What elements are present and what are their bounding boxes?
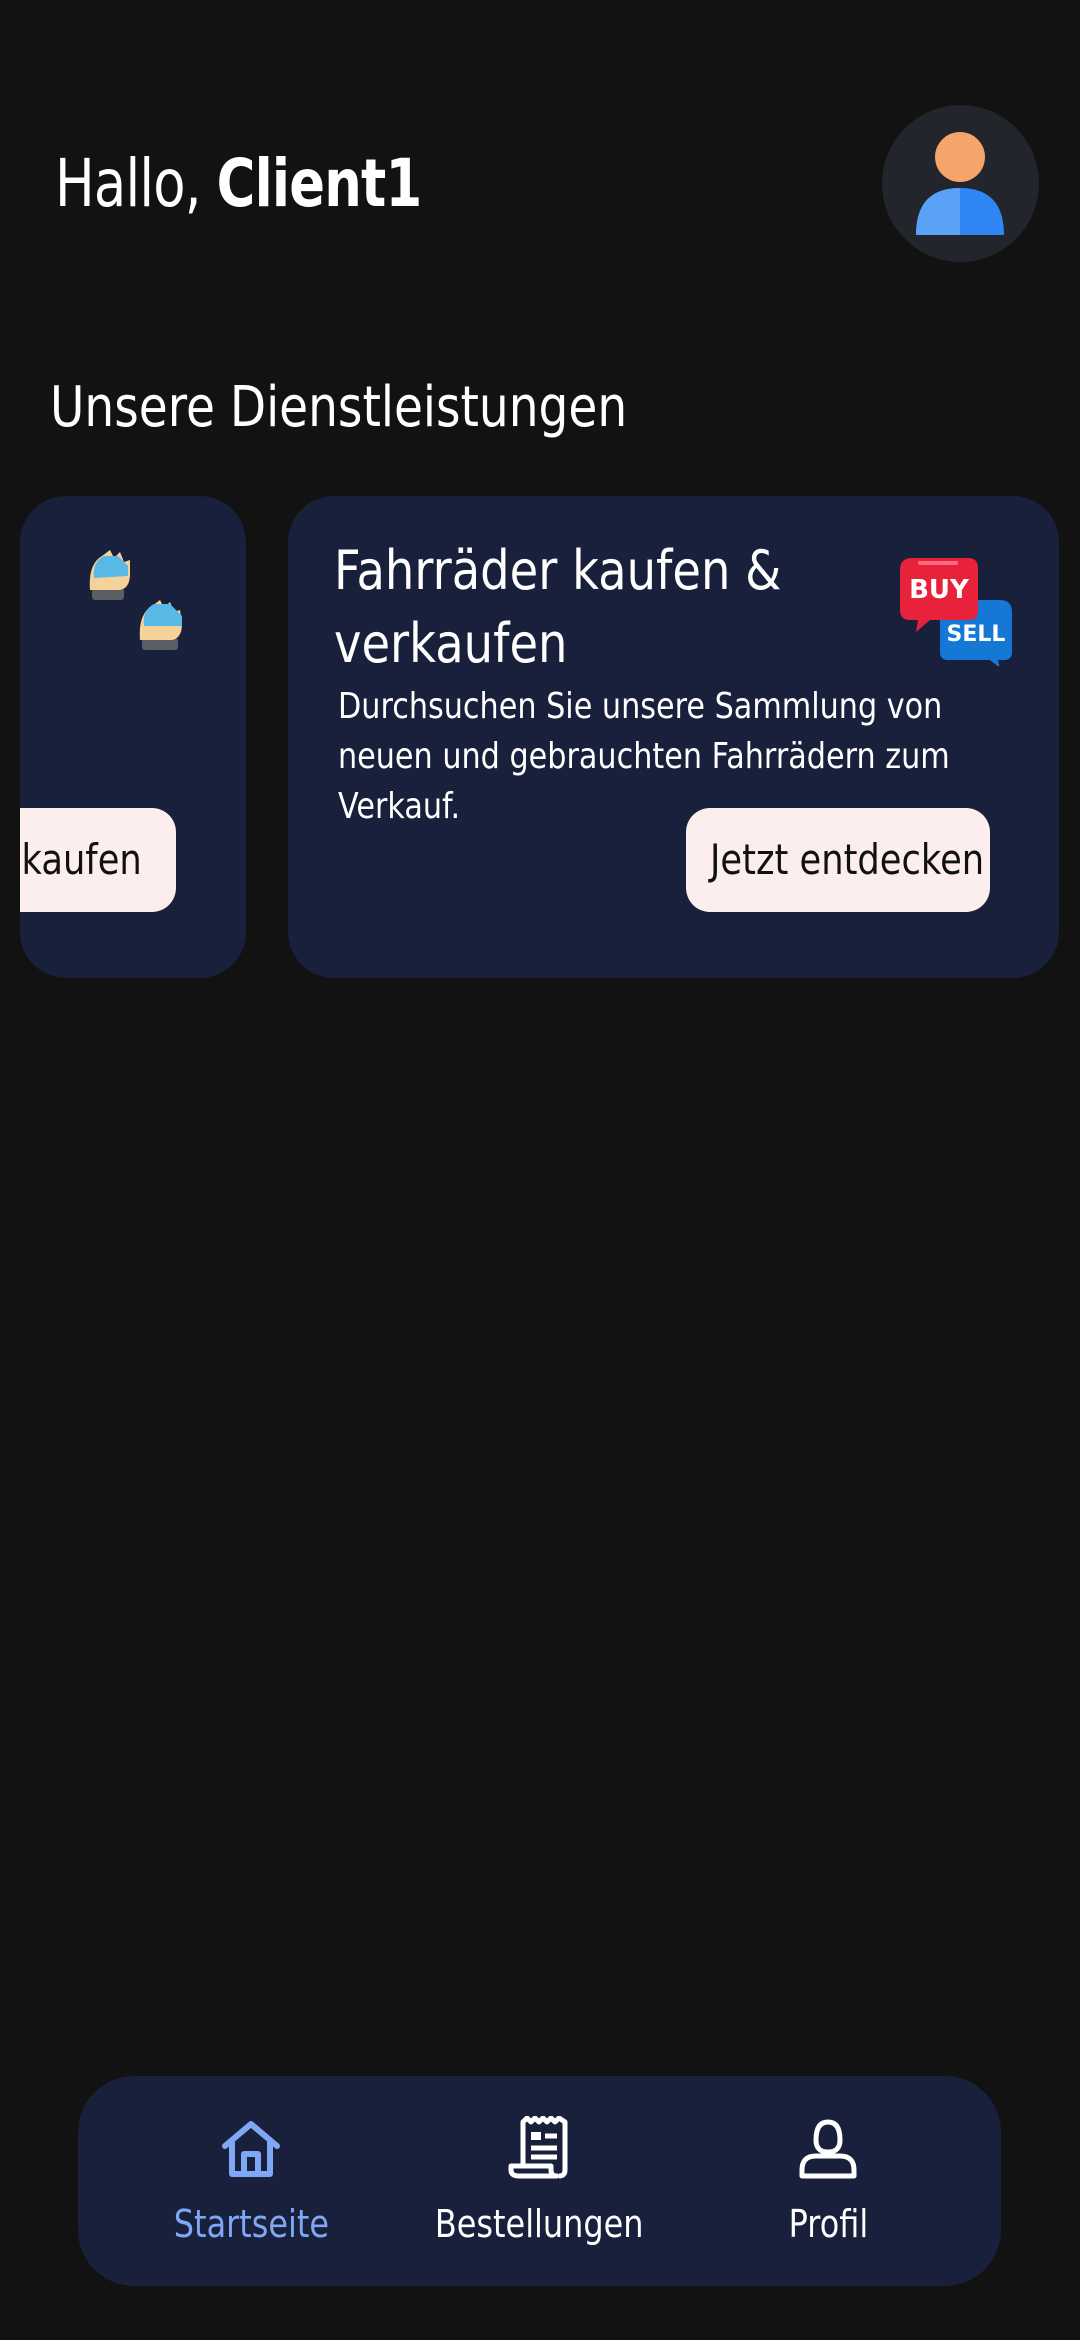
buy-now-button[interactable]: Jetzt kaufen [20,808,176,912]
service-card-accessories: Jetzt kaufen [20,496,246,978]
nav-label-orders: Bestellungen [434,2202,644,2246]
discover-label: Jetzt entdecken [710,835,985,884]
service-card-bikes: Fahrräder kaufen & verkaufen SELL BUY Du… [288,496,1059,978]
bottom-nav: Startseite Bestellungen Profil [78,2076,1001,2286]
avatar-button[interactable] [882,105,1039,262]
greeting-prefix: Hallo, [55,145,201,222]
nav-item-profile[interactable]: Profil [698,2116,958,2256]
nav-label-home: Startseite [173,2202,329,2246]
nav-label-profile: Profil [788,2202,868,2246]
services-title: Unsere Dienstleistungen [50,375,628,440]
home-icon [222,2121,280,2177]
sell-text: SELL [947,622,1006,647]
card-title: Fahrräder kaufen & verkaufen [334,539,782,675]
gloves-icon [89,550,182,650]
nav-item-home[interactable]: Startseite [121,2116,381,2256]
avatar-icon [916,132,1004,235]
buy-now-label: Jetzt kaufen [20,835,143,884]
user-name: Client1 [216,145,423,222]
receipt-icon [508,2116,568,2179]
buy-sell-icon: SELL BUY [900,558,1012,666]
nav-item-orders[interactable]: Bestellungen [409,2116,669,2256]
discover-button[interactable]: Jetzt entdecken [686,808,990,912]
greeting: Hallo, Client1 [55,140,423,228]
buy-text: BUY [909,575,970,605]
user-icon [799,2119,857,2179]
